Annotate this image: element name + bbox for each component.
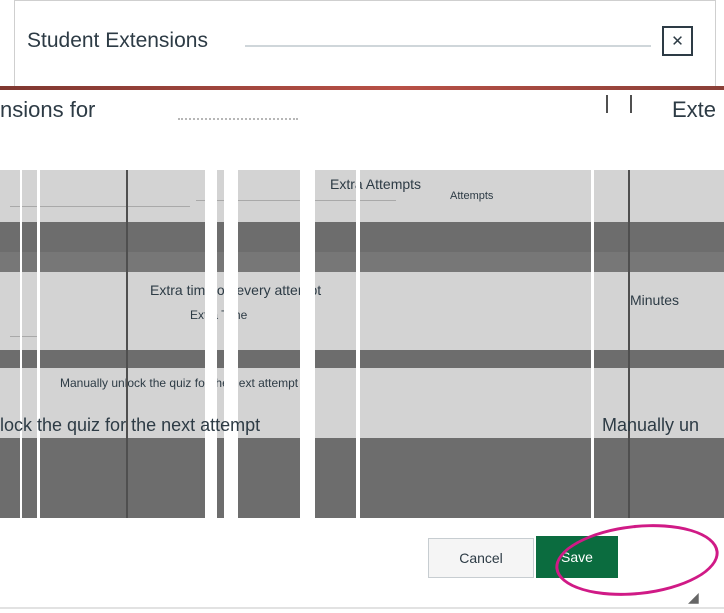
extension-options-panel: Extra Attempts Attempts Extra time on ev… [0,170,724,518]
time-input-band [0,350,724,368]
time-input-mark [10,336,40,337]
extra-attempts-sub: Attempts [450,190,494,202]
header-tick-1 [606,95,608,113]
save-button[interactable]: Save [536,536,618,578]
resize-handle-icon[interactable]: ◢ [688,589,704,605]
student-name-placeholder [178,106,298,120]
lock-quiz-text: lock the quiz for the next attempt [0,415,261,435]
dialog-header: Student Extensions ✕ [14,0,716,88]
noise-bar-2 [37,170,40,518]
extensions-right-label: Exte [672,97,717,122]
noise-bar-3 [205,170,217,518]
time-sub: Extra Time [190,308,248,322]
student-extensions-dialog: Student Extensions ✕ nsions for Exte Ext… [0,0,724,613]
minutes-label: Minutes [630,292,680,308]
noise-bar-9 [628,170,630,518]
noise-bar-7 [591,170,594,518]
cancel-button[interactable]: Cancel [428,538,534,578]
noise-bar-4 [224,170,238,518]
footer-gap-band [0,438,724,518]
noise-bar-5 [300,170,315,518]
noise-bar-6 [356,170,360,518]
manually-unlock-text: Manually un [602,415,700,435]
close-button[interactable]: ✕ [662,26,693,56]
header-accent-strip [0,86,724,90]
title-rule [245,45,651,47]
attempts-input-band [0,222,724,252]
manual-unlock-help: Manually unlock the quiz for the next at… [60,376,299,390]
time-band [0,272,724,350]
extra-attempts-label: Extra Attempts [330,176,422,192]
header-tick-2 [630,95,632,113]
noise-bar-1 [20,170,22,518]
extensions-for-label: nsions for [0,97,96,122]
noise-bar-8 [126,170,128,518]
dialog-title: Student Extensions [27,29,208,52]
close-icon: ✕ [671,33,684,50]
bottom-divider [0,607,724,609]
